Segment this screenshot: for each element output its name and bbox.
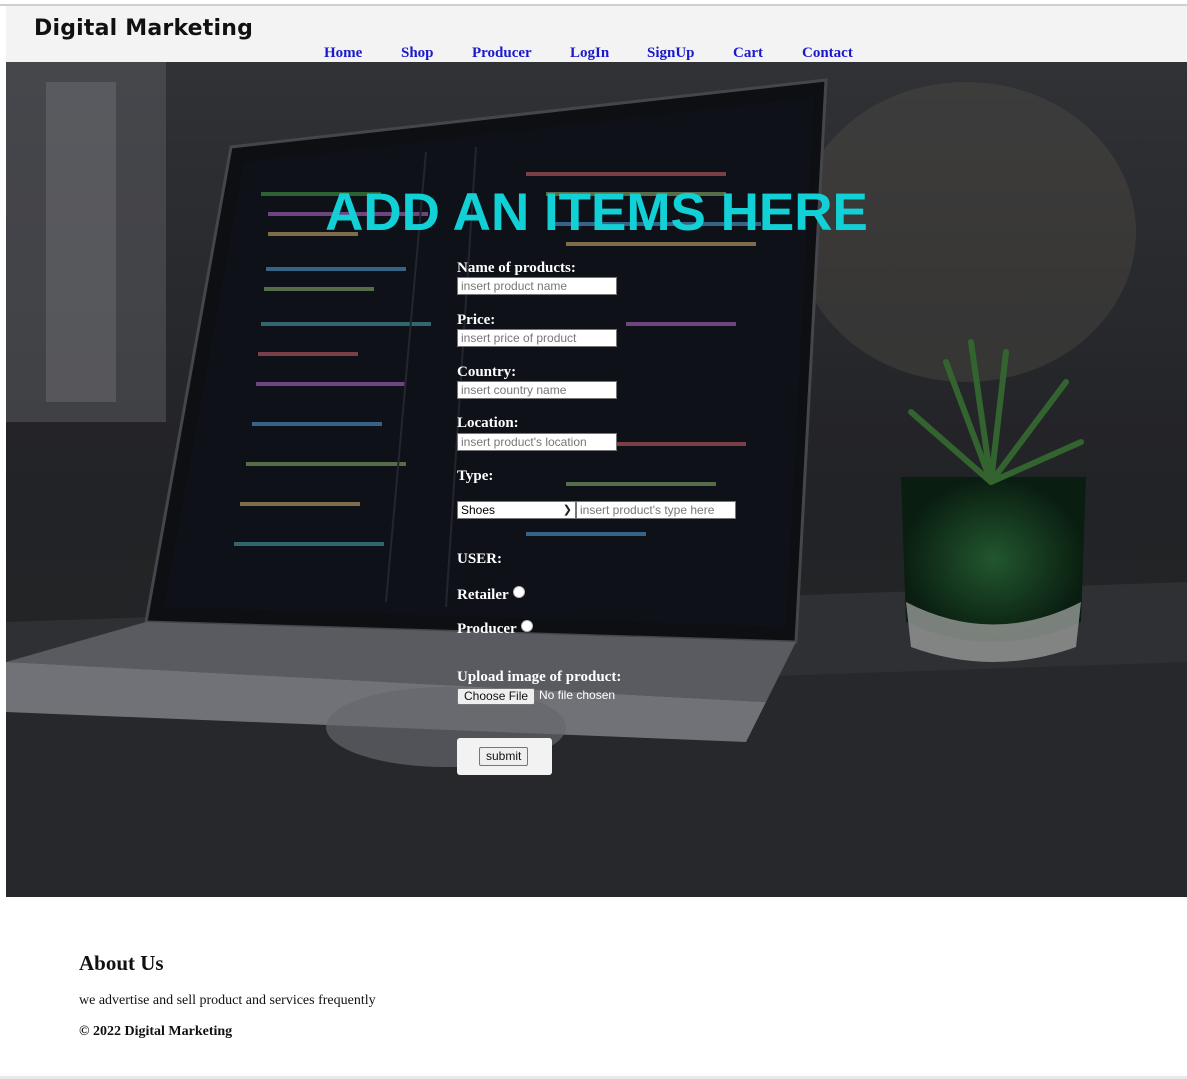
retailer-radio[interactable] bbox=[512, 586, 525, 598]
user-label: USER: bbox=[457, 551, 503, 567]
page-title: ADD AN ITEMS HERE bbox=[325, 183, 868, 242]
product-type-input[interactable] bbox=[576, 501, 736, 519]
product-name-label: Name of products: bbox=[457, 260, 576, 276]
price-input[interactable] bbox=[457, 329, 617, 347]
file-status-text: No file chosen bbox=[539, 688, 616, 702]
about-text: we advertise and sell product and servic… bbox=[79, 993, 376, 1008]
nav-shop[interactable]: Shop bbox=[401, 45, 434, 62]
price-label: Price: bbox=[457, 312, 496, 328]
nav-home[interactable]: Home bbox=[324, 45, 362, 62]
hero-section: ADD AN ITEMS HERE Name of products: Pric… bbox=[6, 62, 1187, 897]
nav-producer[interactable]: Producer bbox=[472, 45, 532, 62]
nav-signup[interactable]: SignUp bbox=[647, 45, 695, 62]
type-select-value: Shoes bbox=[461, 503, 496, 517]
chevron-down-icon: ❯ bbox=[562, 504, 572, 516]
location-label: Location: bbox=[457, 415, 519, 431]
upload-label: Upload image of product: bbox=[457, 669, 622, 685]
type-label: Type: bbox=[457, 468, 494, 484]
producer-label: Producer bbox=[457, 621, 517, 637]
country-input[interactable] bbox=[457, 381, 617, 399]
site-brand: Digital Marketing bbox=[34, 16, 254, 41]
submit-container: submit bbox=[457, 738, 552, 775]
nav-login[interactable]: LogIn bbox=[570, 45, 609, 62]
nav-cart[interactable]: Cart bbox=[733, 45, 763, 62]
type-select[interactable]: Shoes ❯ bbox=[457, 501, 576, 519]
about-title: About Us bbox=[79, 951, 164, 975]
producer-option: Producer bbox=[457, 620, 533, 638]
country-label: Country: bbox=[457, 364, 517, 380]
retailer-option: Retailer bbox=[457, 586, 525, 604]
site-header: Digital Marketing Home Shop Producer Log… bbox=[6, 6, 1187, 62]
submit-button[interactable]: submit bbox=[479, 747, 529, 766]
choose-file-button[interactable]: Choose File bbox=[457, 688, 536, 705]
copyright-text: © 2022 Digital Marketing bbox=[79, 1024, 233, 1039]
producer-radio[interactable] bbox=[520, 620, 533, 632]
retailer-label: Retailer bbox=[457, 587, 509, 603]
location-input[interactable] bbox=[457, 433, 617, 451]
nav-contact[interactable]: Contact bbox=[802, 45, 853, 62]
product-name-input[interactable] bbox=[457, 277, 617, 295]
